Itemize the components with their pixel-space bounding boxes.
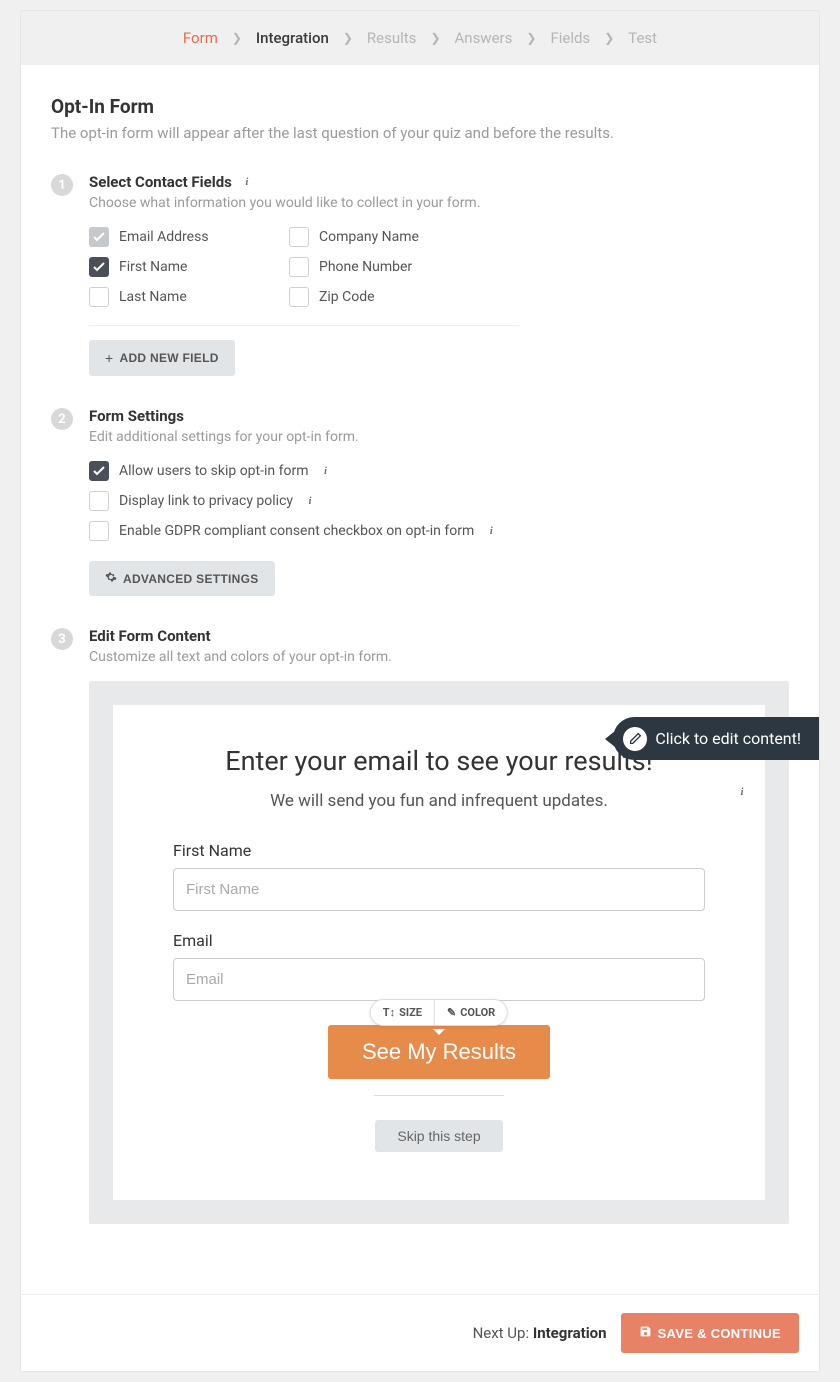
button-toolbar: T↕ SIZE ✎ COLOR — [370, 999, 508, 1026]
field-phone-number: Phone Number — [289, 257, 469, 277]
skip-this-step-button[interactable]: Skip this step — [375, 1120, 502, 1152]
tab-test[interactable]: Test — [628, 29, 657, 47]
field-label: Company Name — [319, 229, 419, 245]
setting-privacy-link: Display link to privacy policy i — [89, 491, 789, 511]
edit-content-callout[interactable]: Click to edit content! — [613, 717, 819, 760]
field-label: Zip Code — [319, 289, 375, 305]
chevron-right-icon: ❯ — [343, 31, 353, 45]
advanced-settings-button[interactable]: ADVANCED SETTINGS — [89, 561, 275, 596]
setting-gdpr-consent: Enable GDPR compliant consent checkbox o… — [89, 521, 789, 541]
step-2-subtitle: Edit additional settings for your opt-in… — [89, 429, 789, 445]
tab-fields[interactable]: Fields — [550, 29, 590, 47]
step-number-1: 1 — [51, 174, 73, 196]
save-continue-label: SAVE & CONTINUE — [658, 1326, 781, 1341]
preview-wrapper: Enter your email to see your results! We… — [89, 681, 789, 1224]
color-button[interactable]: ✎ COLOR — [434, 1000, 507, 1025]
step-3-title: Edit Form Content — [89, 627, 211, 645]
setting-label: Enable GDPR compliant consent checkbox o… — [119, 523, 474, 539]
info-icon[interactable]: i — [735, 785, 749, 799]
field-label: Email Address — [119, 229, 209, 245]
checkbox-zip-code[interactable] — [289, 287, 309, 307]
step-2: 2 Form Settings Edit additional settings… — [51, 406, 789, 596]
field-company-name: Company Name — [289, 227, 469, 247]
size-label: SIZE — [399, 1006, 422, 1019]
field-label: Phone Number — [319, 259, 412, 275]
page-title: Opt-In Form — [51, 95, 789, 118]
field-first-name: First Name — [89, 257, 269, 277]
preview-field-first-name: First Name — [173, 841, 705, 911]
toolbar-arrow-icon — [433, 1029, 445, 1035]
next-up-value: Integration — [533, 1324, 607, 1342]
chevron-right-icon: ❯ — [430, 31, 440, 45]
first-name-input[interactable] — [173, 868, 705, 911]
chevron-right-icon: ❯ — [604, 31, 614, 45]
page-subtitle: The opt-in form will appear after the la… — [51, 124, 789, 142]
setting-skip-optin: Allow users to skip opt-in form i — [89, 461, 789, 481]
field-email-address: Email Address — [89, 227, 269, 247]
tab-results[interactable]: Results — [367, 29, 417, 47]
tab-integration[interactable]: Integration — [256, 29, 329, 47]
gear-icon — [105, 571, 117, 586]
preview-subtitle[interactable]: We will send you fun and infrequent upda… — [173, 791, 705, 811]
step-number-2: 2 — [51, 408, 73, 430]
checkbox-phone-number[interactable] — [289, 257, 309, 277]
field-last-name: Last Name — [89, 287, 269, 307]
checkbox-email-address[interactable] — [89, 227, 109, 247]
skip-wrapper: Skip this step — [374, 1095, 504, 1152]
tab-form[interactable]: Form — [183, 29, 218, 47]
save-icon — [639, 1325, 652, 1341]
email-input[interactable] — [173, 958, 705, 1001]
save-continue-button[interactable]: SAVE & CONTINUE — [621, 1313, 799, 1353]
checkbox-company-name[interactable] — [289, 227, 309, 247]
callout-text: Click to edit content! — [655, 729, 801, 748]
setting-label: Display link to privacy policy — [119, 493, 293, 509]
info-icon[interactable]: i — [318, 464, 332, 478]
preview-field-email: Email — [173, 931, 705, 1001]
field-label: Last Name — [119, 289, 187, 305]
divider — [89, 325, 519, 326]
footer: Next Up: Integration SAVE & CONTINUE — [21, 1294, 819, 1371]
color-label: COLOR — [460, 1006, 495, 1019]
submit-button-wrap: T↕ SIZE ✎ COLOR See My Results — [173, 1025, 705, 1152]
checkbox-first-name[interactable] — [89, 257, 109, 277]
step-1-subtitle: Choose what information you would like t… — [89, 195, 789, 211]
info-icon[interactable]: i — [303, 494, 317, 508]
preview-card[interactable]: Enter your email to see your results! We… — [113, 705, 765, 1200]
field-label: First Name — [119, 259, 187, 275]
text-height-icon: T↕ — [383, 1006, 395, 1019]
field-zip-code: Zip Code — [289, 287, 469, 307]
step-1: 1 Select Contact Fields i Choose what in… — [51, 172, 789, 376]
checkbox-privacy-link[interactable] — [89, 491, 109, 511]
add-new-field-button[interactable]: + ADD NEW FIELD — [89, 340, 235, 376]
info-icon[interactable]: i — [484, 524, 498, 538]
chevron-right-icon: ❯ — [232, 31, 242, 45]
email-label: Email — [173, 931, 705, 950]
first-name-label: First Name — [173, 841, 705, 860]
checkbox-last-name[interactable] — [89, 287, 109, 307]
step-2-title: Form Settings — [89, 407, 184, 425]
checkbox-gdpr-consent[interactable] — [89, 521, 109, 541]
main-content: Opt-In Form The opt-in form will appear … — [21, 65, 819, 1294]
brush-icon: ✎ — [447, 1006, 456, 1019]
tab-answers[interactable]: Answers — [455, 29, 513, 47]
size-button[interactable]: T↕ SIZE — [371, 1000, 434, 1025]
checkbox-skip-optin[interactable] — [89, 461, 109, 481]
step-number-3: 3 — [51, 628, 73, 650]
next-up-prefix: Next Up: — [473, 1324, 533, 1342]
add-new-field-label: ADD NEW FIELD — [119, 351, 218, 365]
setting-label: Allow users to skip opt-in form — [119, 463, 308, 479]
step-3: 3 Edit Form Content Customize all text a… — [51, 626, 789, 1224]
plus-icon: + — [105, 350, 113, 366]
chevron-right-icon: ❯ — [526, 31, 536, 45]
next-up-label: Next Up: Integration — [473, 1324, 607, 1342]
step-1-title: Select Contact Fields — [89, 173, 232, 191]
pencil-icon — [623, 727, 647, 751]
info-icon[interactable]: i — [240, 175, 254, 189]
breadcrumb-tabs: Form ❯ Integration ❯ Results ❯ Answers ❯… — [21, 11, 819, 65]
step-3-subtitle: Customize all text and colors of your op… — [89, 649, 789, 665]
advanced-settings-label: ADVANCED SETTINGS — [123, 572, 259, 586]
preview-area: Enter your email to see your results! We… — [89, 681, 789, 1224]
page-container: Form ❯ Integration ❯ Results ❯ Answers ❯… — [20, 10, 820, 1372]
